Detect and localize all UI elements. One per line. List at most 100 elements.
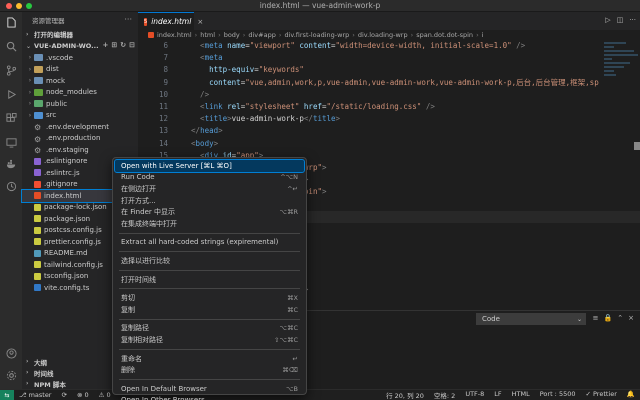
close-panel-icon[interactable]: × [628,314,634,322]
maximize-panel-icon[interactable]: ⌃ [617,314,623,322]
split-editor-icon[interactable]: ◫ [617,16,624,24]
sync-indicator[interactable]: ⟳ [56,391,71,399]
menu-item-label: Open In Other Browsers [121,396,205,400]
code-line: 14 <body> [138,138,640,150]
breadcrumb-item[interactable]: index.html [157,31,192,39]
minimap[interactable] [602,40,640,310]
menu-separator [119,318,300,320]
tab-label: index.html [151,17,192,26]
cursor-position[interactable]: 行 20, 列 20 [381,390,429,400]
menu-separator [119,232,300,234]
file-tree-item[interactable]: › node_modules [22,87,138,99]
context-menu-item[interactable]: Open with Live Server [⌘L ⌘O] [114,159,305,173]
branch-indicator[interactable]: ⎇ master [14,391,56,399]
context-menu-item[interactable]: 删除 ⌘⌫ [115,364,304,376]
file-tree-label: .eslintrc.js [44,168,80,177]
settings-icon[interactable] [5,369,17,381]
context-menu-item[interactable]: 打开方式... [115,195,304,207]
file-tree-item[interactable]: › public [22,98,138,110]
notifications-icon[interactable]: 🔔 [622,390,640,400]
more-actions-icon[interactable]: ··· [629,16,636,24]
tab-index-html[interactable]: 5 index.html × [138,12,203,30]
context-menu-item[interactable]: 剪切 ⌘X [115,292,304,304]
context-menu-item[interactable]: 在侧边打开 ^↵ [115,183,304,195]
breadcrumb-item[interactable]: html [200,31,215,39]
folder-icon [34,65,43,73]
context-menu-item[interactable]: 打开时间线 [115,274,304,286]
live-share-icon[interactable] [5,180,17,192]
line-ending[interactable]: LF [489,390,506,400]
language-mode[interactable]: HTML [507,390,535,400]
breadcrumb-item[interactable]: body [224,31,240,39]
code-token: > [321,162,327,172]
remote-indicator-icon[interactable]: ⇆ [0,389,14,400]
context-menu-item[interactable]: 在 Finder 中显示 ⌥⌘R [115,206,304,218]
folder-icon [34,100,43,108]
breadcrumb-item[interactable]: i [482,31,484,39]
code-token: < [182,138,196,148]
run-debug-icon[interactable] [5,88,17,100]
remote-explorer-icon[interactable] [5,136,17,148]
scrollbar-thumb[interactable] [634,142,640,150]
close-tab-icon[interactable]: × [197,18,203,26]
file-tree-label: README.md [44,249,88,258]
file-tree-label: vite.config.ts [44,283,90,292]
code-token: "keywords" [258,65,304,75]
code-line: 11 <link rel="stylesheet" href="/static/… [138,101,640,113]
context-menu-item[interactable]: 复制 ⌘C [115,304,304,316]
breadcrumb-item[interactable]: div.first-loading-wrp [284,31,349,39]
account-icon[interactable] [5,347,17,359]
file-tree-item[interactable]: › mock [22,75,138,87]
context-menu-item[interactable]: 复制相对路径 ⇧⌥⌘C [115,334,304,346]
source-control-icon[interactable] [5,64,17,76]
clear-output-icon[interactable]: ≡ [593,314,599,322]
code-line: 9 content="vue,admin,work,p,vue-admin,vu… [138,77,640,89]
docker-icon[interactable] [5,158,17,170]
new-file-icon[interactable]: + [103,41,109,49]
file-tree-item[interactable]: › dist [22,64,138,76]
file-tree-item[interactable]: › src [22,110,138,122]
file-tree-item[interactable]: ⚙ .env.development [22,121,138,133]
code-token: > [218,126,223,136]
refresh-icon[interactable]: ↻ [120,41,126,49]
lock-icon[interactable]: 🔒 [604,314,613,322]
output-channel-select[interactable]: Code ⌄ [476,313,586,325]
indentation[interactable]: 空格: 2 [429,390,460,400]
file-tree-item[interactable]: ⚙ .env.production [22,133,138,145]
errors-indicator[interactable]: ⊗ 0 [72,391,94,399]
file-tree-item[interactable]: › .vscode [22,52,138,64]
context-menu-item[interactable]: 选择以进行比较 [115,255,304,267]
file-tree-item[interactable]: ⚙ .env.staging [22,144,138,156]
context-menu-item[interactable]: Open In Default Browser ⌥B [115,383,304,395]
context-menu-item[interactable]: 在集成终端中打开 [115,218,304,230]
line-number: 13 [158,126,168,136]
file-type-icon [34,261,41,269]
run-icon[interactable]: ▷ [605,16,610,24]
breadcrumb-item[interactable]: span.dot.dot-spin [416,31,473,39]
file-type-icon [34,238,41,246]
prettier-status[interactable]: ✓ Prettier [580,390,621,400]
context-menu-item[interactable]: Open In Other Browsers [115,395,304,400]
code-token: </ [182,126,201,136]
collapse-all-icon[interactable]: ⊟ [129,41,135,49]
breadcrumb-item[interactable]: div.loading-wrp [358,31,408,39]
more-actions-icon[interactable]: ··· [124,15,132,24]
search-icon[interactable] [5,40,17,52]
encoding[interactable]: UTF-8 [460,390,489,400]
open-editors-section[interactable]: › 打开的编辑器 [22,28,138,40]
explorer-title: 资源管理器 [32,17,65,25]
project-section[interactable]: ⌄ VUE-ADMIN-WO... + ⊞ ↻ ⊟ [22,40,138,52]
explorer-icon[interactable] [5,16,17,28]
live-server-port[interactable]: Port : 5500 [535,390,581,400]
status-bar: ⇆ ⎇ master ⟳ ⊗ 0 ⚠ 0 行 20, 列 20 空格: 2 UT… [0,389,640,400]
breadcrumb-item[interactable]: div#app [248,31,275,39]
new-folder-icon[interactable]: ⊞ [111,41,117,49]
context-menu-item[interactable]: 重命名 ↵ [115,353,304,365]
context-menu-item[interactable]: 复制路径 ⌥⌘C [115,323,304,335]
context-menu-item[interactable]: Extract all hard-coded strings (expireme… [115,237,304,249]
extensions-icon[interactable] [5,112,17,124]
context-menu-item[interactable]: Run Code ^⌥N [115,172,304,184]
file-tree-label: prettier.config.js [44,237,101,246]
line-number: 10 [158,89,168,99]
editor-actions: ▷ ◫ ··· [605,16,636,24]
